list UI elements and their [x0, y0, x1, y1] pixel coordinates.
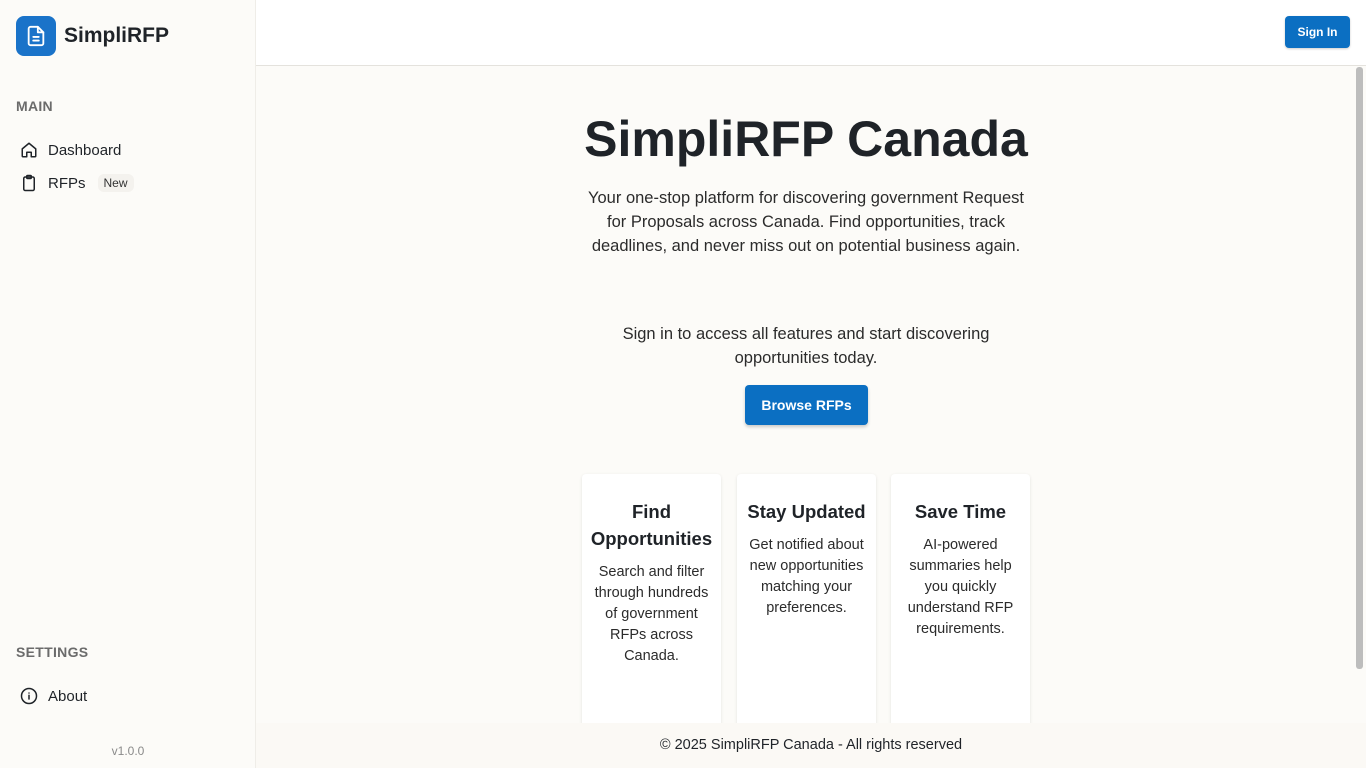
browse-rfps-button[interactable]: Browse RFPs — [745, 385, 868, 425]
sidebar-item-dashboard[interactable]: Dashboard — [16, 137, 121, 163]
sidebar: SimpliRFP MAIN Dashboard RFPs New SETTIN… — [0, 0, 256, 768]
feature-card-save-time: Save Time AI-powered summaries help you … — [891, 474, 1030, 734]
page-title: SimpliRFP Canada — [584, 111, 1028, 167]
footer: © 2025 SimpliRFP Canada - All rights res… — [256, 723, 1366, 768]
feature-body: Get notified about new opportunities mat… — [749, 537, 864, 616]
main-content: SimpliRFP Canada Your one-stop platform … — [256, 66, 1356, 768]
sidebar-item-rfps[interactable]: RFPs New — [16, 170, 134, 196]
section-label-main: MAIN — [16, 98, 53, 114]
feature-card-find: Find Opportunities Search and filter thr… — [582, 474, 721, 734]
new-badge: New — [97, 174, 134, 192]
feature-card-updated: Stay Updated Get notified about new oppo… — [737, 474, 876, 734]
sign-in-button[interactable]: Sign In — [1285, 16, 1350, 48]
sidebar-item-about[interactable]: About — [16, 683, 87, 709]
section-label-settings: SETTINGS — [16, 644, 89, 660]
feature-body: AI-powered summaries help you quickly un… — [907, 537, 1014, 637]
sidebar-item-label: Dashboard — [48, 141, 122, 159]
feature-body: Search and filter through hundreds of go… — [594, 564, 709, 664]
hero-description: Your one-stop platform for discovering g… — [588, 189, 1024, 255]
version-label: v1.0.0 — [111, 744, 145, 758]
brand-name: SimpliRFP — [64, 24, 170, 47]
feature-title: Find Opportunities — [590, 501, 713, 549]
sidebar-item-label: RFPs — [48, 174, 86, 192]
feature-title: Save Time — [914, 501, 1007, 522]
sign-in-prompt: Sign in to access all features and start… — [622, 325, 990, 367]
brand[interactable]: SimpliRFP — [16, 16, 169, 56]
document-icon — [16, 16, 56, 56]
sidebar-item-label: About — [48, 687, 88, 705]
scrollbar[interactable] — [1356, 67, 1363, 669]
feature-title: Stay Updated — [747, 501, 866, 522]
home-icon — [16, 140, 44, 160]
top-bar: Sign In — [256, 0, 1366, 66]
clipboard-icon — [16, 173, 44, 193]
info-icon — [16, 686, 44, 706]
